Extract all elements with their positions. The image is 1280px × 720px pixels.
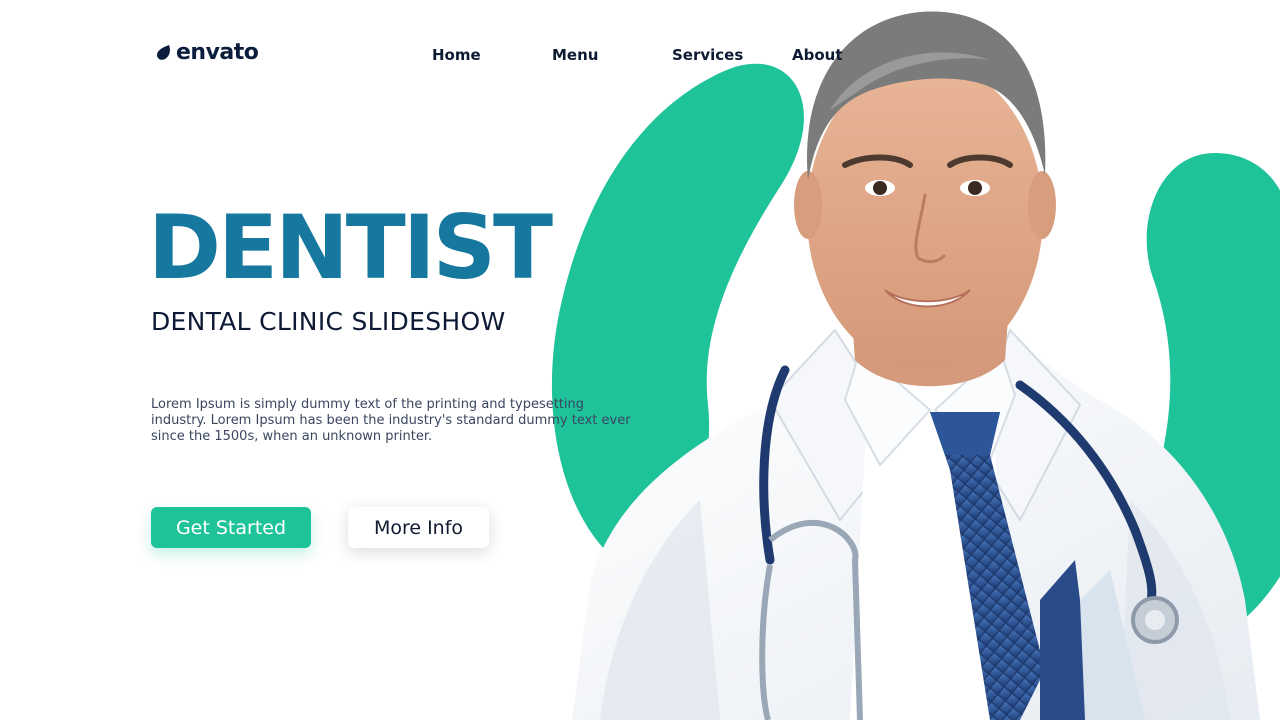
nav-menu[interactable]: Menu xyxy=(552,46,598,64)
slide: envato Home Menu Services About DENTIST … xyxy=(0,0,1280,720)
hero-artwork xyxy=(551,11,1280,720)
leaf-icon xyxy=(157,44,170,60)
more-info-button[interactable]: More Info xyxy=(348,507,489,548)
get-started-button[interactable]: Get Started xyxy=(151,507,311,548)
hero-subtitle: DENTAL CLINIC SLIDESHOW xyxy=(151,307,506,336)
hero-description: Lorem Ipsum is simply dummy text of the … xyxy=(151,397,631,444)
nav-services[interactable]: Services xyxy=(672,46,743,64)
logo-text: envato xyxy=(176,40,259,65)
nav-home[interactable]: Home xyxy=(432,46,481,64)
envato-logo[interactable]: envato xyxy=(155,40,259,65)
hero-title: DENTIST xyxy=(148,196,553,299)
nav-about[interactable]: About xyxy=(792,46,843,64)
